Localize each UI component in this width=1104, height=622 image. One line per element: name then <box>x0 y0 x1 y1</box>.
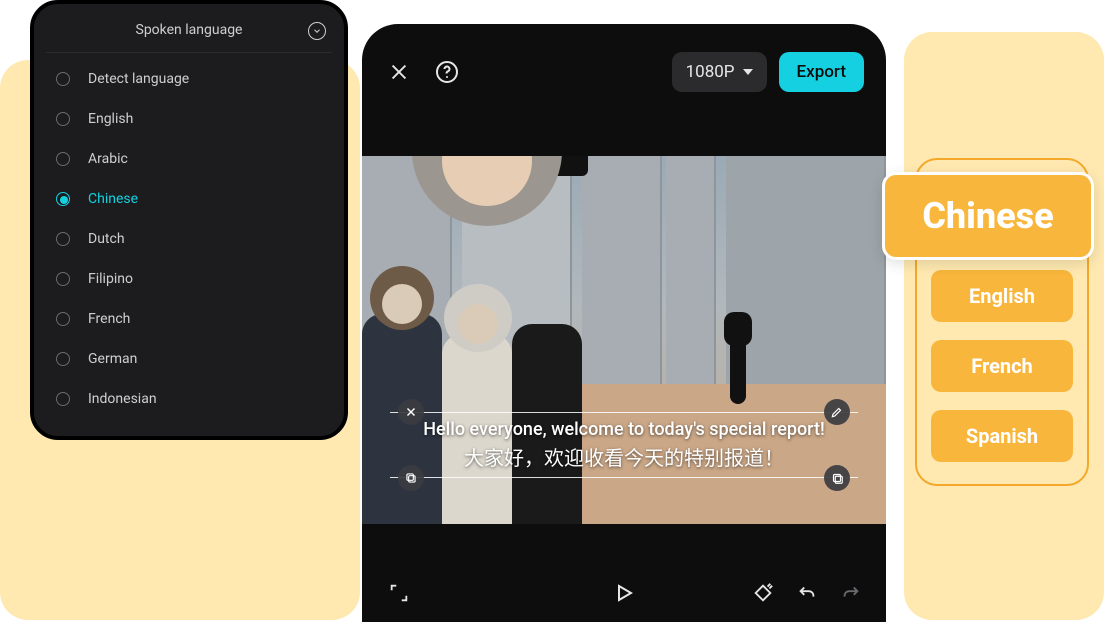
radio-icon <box>56 112 70 126</box>
language-option[interactable]: French <box>34 299 344 339</box>
spoken-language-header: Spoken language <box>46 22 332 53</box>
language-option[interactable]: Arabic <box>34 139 344 179</box>
caption-english: Hello everyone, welcome to today's speci… <box>414 419 834 440</box>
language-option-label: Detect language <box>88 71 189 87</box>
language-option-label: Arabic <box>88 151 128 167</box>
radio-icon <box>56 72 70 86</box>
language-list: Detect language English Arabic Chinese Dutch… <box>34 53 344 425</box>
spoken-language-panel: Spoken language Detect language English Ar… <box>30 0 348 440</box>
language-option-label: French <box>88 311 130 327</box>
caption-delete-button[interactable] <box>398 399 424 425</box>
language-option[interactable]: Dutch <box>34 219 344 259</box>
radio-icon <box>56 392 70 406</box>
export-button[interactable]: Export <box>779 52 864 92</box>
chevron-down-icon <box>743 69 753 75</box>
undo-button[interactable] <box>794 580 820 606</box>
target-language-selected[interactable]: Chinese <box>882 172 1094 260</box>
help-button[interactable] <box>432 57 462 87</box>
collapse-icon[interactable] <box>308 22 326 40</box>
radio-icon <box>56 272 70 286</box>
language-option[interactable]: German <box>34 339 344 379</box>
keyframe-button[interactable] <box>750 580 776 606</box>
language-option[interactable]: Detect language <box>34 59 344 99</box>
language-option[interactable]: Chinese <box>34 179 344 219</box>
language-option-label: German <box>88 351 137 367</box>
redo-button[interactable] <box>838 580 864 606</box>
spoken-language-title: Spoken language <box>136 22 243 38</box>
language-option[interactable]: Indonesian <box>34 379 344 419</box>
language-option-label: Chinese <box>88 191 138 207</box>
editor-bottom-bar <box>362 564 886 622</box>
radio-icon <box>56 152 70 166</box>
target-language-chip[interactable]: French <box>931 340 1073 392</box>
video-preview[interactable]: Hello everyone, welcome to today's speci… <box>362 156 886 524</box>
fullscreen-button[interactable] <box>384 578 414 608</box>
microphone-icon <box>730 334 746 404</box>
editor-top-bar: 1080P Export <box>362 24 886 98</box>
language-option-label: Filipino <box>88 271 133 287</box>
close-button[interactable] <box>384 57 414 87</box>
language-option-label: Indonesian <box>88 391 157 407</box>
radio-icon <box>56 312 70 326</box>
radio-icon <box>56 192 70 206</box>
language-option-label: English <box>88 111 133 127</box>
radio-icon <box>56 352 70 366</box>
resolution-dropdown[interactable]: 1080P <box>672 52 767 92</box>
language-option-label: Dutch <box>88 231 125 247</box>
play-button[interactable] <box>609 578 639 608</box>
caption-edit-button[interactable] <box>824 399 850 425</box>
caption-resize-handle[interactable] <box>824 465 850 491</box>
resolution-label: 1080P <box>686 62 735 82</box>
target-language-chip[interactable]: English <box>931 270 1073 322</box>
caption-chinese: 大家好，欢迎收看今天的特别报道！ <box>414 442 834 471</box>
language-option[interactable]: English <box>34 99 344 139</box>
caption-copy-button[interactable] <box>398 465 424 491</box>
radio-icon <box>56 232 70 246</box>
language-option[interactable]: Filipino <box>34 259 344 299</box>
target-language-chip[interactable]: Spanish <box>931 410 1073 462</box>
caption-box[interactable]: Hello everyone, welcome to today's speci… <box>390 412 858 478</box>
video-editor: 1080P Export Hel <box>362 24 886 622</box>
